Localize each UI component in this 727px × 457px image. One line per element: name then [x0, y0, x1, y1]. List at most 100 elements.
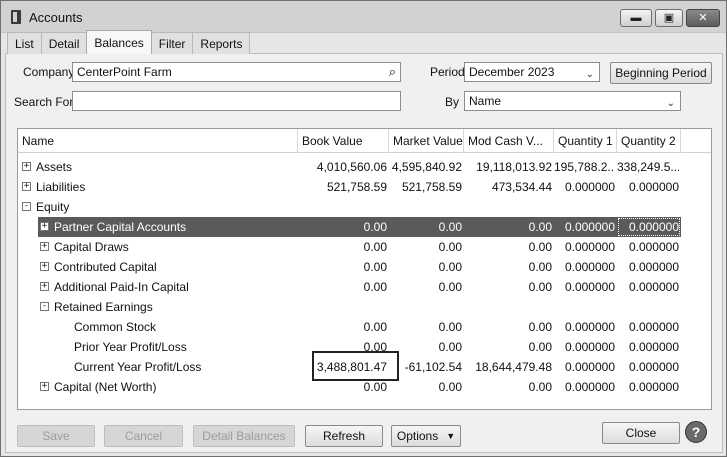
expand-icon[interactable]: + [40, 222, 49, 231]
cell-quantity-2[interactable]: 0.000000 [617, 237, 679, 257]
cell-mod-cash-value[interactable] [464, 297, 552, 317]
cell-mod-cash-value[interactable]: 0.00 [464, 377, 552, 397]
cell-book-value[interactable] [298, 197, 387, 217]
balances-grid[interactable]: Name Book Value Market Value Mod Cash V.… [17, 128, 712, 410]
cell-book-value[interactable]: 0.00 [298, 377, 387, 397]
column-market-value[interactable]: Market Value [389, 129, 464, 153]
cell-book-value[interactable]: 0.00 [298, 317, 387, 337]
cell-quantity-1[interactable]: 0.000000 [554, 357, 615, 377]
column-name[interactable]: Name [18, 129, 298, 153]
by-select[interactable]: Name ⌄ [464, 91, 681, 111]
cell-market-value[interactable]: 0.00 [389, 217, 462, 237]
period-select[interactable]: December 2023 ⌄ [464, 62, 600, 82]
cell-quantity-1[interactable]: 0.000000 [554, 237, 615, 257]
cell-mod-cash-value[interactable]: 0.00 [464, 237, 552, 257]
table-row[interactable]: + Capital Draws 0.00 0.00 0.00 0.000000 0.0000… [18, 237, 711, 257]
maximize-button[interactable]: ▣ [655, 9, 683, 27]
minimize-button[interactable]: ▬ [620, 9, 652, 27]
column-quantity-1[interactable]: Quantity 1 [554, 129, 617, 153]
cell-book-value[interactable]: 4,010,560.06 [298, 157, 387, 177]
cell-market-value[interactable]: 0.00 [389, 377, 462, 397]
cell-mod-cash-value[interactable]: 473,534.44 [464, 177, 552, 197]
column-mod-cash-value[interactable]: Mod Cash V... [464, 129, 554, 153]
cell-market-value[interactable]: 521,758.59 [389, 177, 462, 197]
cell-mod-cash-value[interactable]: 0.00 [464, 337, 552, 357]
search-icon[interactable]: ⌕ [389, 63, 396, 81]
cell-quantity-2[interactable]: 0.000000 [617, 177, 679, 197]
company-field[interactable]: CenterPoint Farm ⌕ [72, 62, 401, 82]
cell-mod-cash-value[interactable]: 0.00 [464, 257, 552, 277]
expand-icon[interactable]: + [22, 162, 31, 171]
column-quantity-2[interactable]: Quantity 2 [617, 129, 681, 153]
tab-balances[interactable]: Balances [86, 30, 152, 54]
cell-quantity-2[interactable]: 338,249.5... [617, 157, 679, 177]
cell-mod-cash-value[interactable] [464, 197, 552, 217]
search-text[interactable] [77, 92, 400, 110]
tab-filter[interactable]: Filter [150, 32, 194, 54]
tab-reports[interactable]: Reports [192, 32, 251, 54]
cell-book-value[interactable]: 521,758.59 [298, 177, 387, 197]
cell-market-value[interactable] [389, 197, 462, 217]
expand-icon[interactable]: + [22, 182, 31, 191]
cell-mod-cash-value[interactable]: 0.00 [464, 277, 552, 297]
cell-quantity-1[interactable] [554, 297, 615, 317]
table-row[interactable]: - Equity [18, 197, 711, 217]
cell-mod-cash-value[interactable]: 19,118,013.92 [464, 157, 552, 177]
table-row[interactable]: + Capital (Net Worth) 0.00 0.00 0.00 0.000000… [18, 377, 711, 397]
collapse-icon[interactable]: - [40, 302, 49, 311]
save-button[interactable]: Save [17, 425, 95, 447]
cell-mod-cash-value[interactable]: 0.00 [464, 217, 552, 237]
table-row[interactable]: + Contributed Capital 0.00 0.00 0.00 0.000000… [18, 257, 711, 277]
cell-quantity-2[interactable]: 0.000000 [617, 277, 679, 297]
detail-balances-button[interactable]: Detail Balances [193, 425, 295, 447]
cancel-button[interactable]: Cancel [104, 425, 183, 447]
collapse-icon[interactable]: - [22, 202, 31, 211]
expand-icon[interactable]: + [40, 242, 49, 251]
expand-icon[interactable]: + [40, 382, 49, 391]
refresh-button[interactable]: Refresh [305, 425, 383, 447]
table-row[interactable]: + Partner Capital Accounts 0.00 0.00 0.00 0.0… [18, 217, 711, 237]
cell-market-value[interactable]: -61,102.54 [389, 357, 462, 377]
cell-quantity-2[interactable]: 0.000000 [617, 317, 679, 337]
cell-quantity-2[interactable]: 0.000000 [617, 257, 679, 277]
cell-quantity-1[interactable]: 0.000000 [554, 177, 615, 197]
cell-book-value[interactable]: 0.00 [298, 217, 387, 237]
table-row[interactable]: + Assets 4,010,560.06 4,595,840.92 19,118,01… [18, 157, 711, 177]
cell-quantity-1[interactable]: 0.000000 [554, 257, 615, 277]
table-row[interactable]: + Additional Paid-In Capital 0.00 0.00 0.00 0… [18, 277, 711, 297]
close-window-button[interactable]: ✕ [686, 9, 720, 27]
cell-quantity-2[interactable]: 0.000000 [617, 357, 679, 377]
beginning-period-button[interactable]: Beginning Period [610, 62, 712, 84]
table-row[interactable]: + Liabilities 521,758.59 521,758.59 473,534.… [18, 177, 711, 197]
cell-mod-cash-value[interactable]: 0.00 [464, 317, 552, 337]
cell-quantity-1[interactable]: 0.000000 [554, 317, 615, 337]
cell-quantity-1[interactable] [554, 197, 615, 217]
cell-quantity-2[interactable]: 0.000000 [617, 377, 679, 397]
cell-quantity-2[interactable] [617, 197, 679, 217]
cell-quantity-1[interactable]: 195,788.2... [554, 157, 615, 177]
tab-detail[interactable]: Detail [40, 32, 88, 54]
table-row[interactable]: Common Stock 0.00 0.00 0.00 0.000000 0.000000 [18, 317, 711, 337]
cell-market-value[interactable]: 4,595,840.92 [389, 157, 462, 177]
expand-icon[interactable]: + [40, 282, 49, 291]
cell-quantity-2[interactable]: 0.000000 [617, 337, 679, 357]
cell-market-value[interactable]: 0.00 [389, 337, 462, 357]
cell-market-value[interactable]: 0.00 [389, 317, 462, 337]
search-input[interactable] [72, 91, 401, 111]
cell-quantity-1[interactable]: 0.000000 [554, 337, 615, 357]
tab-list[interactable]: List [7, 32, 42, 54]
column-book-value[interactable]: Book Value [298, 129, 389, 153]
cell-quantity-1[interactable]: 0.000000 [554, 377, 615, 397]
table-row[interactable]: - Retained Earnings [18, 297, 711, 317]
cell-market-value[interactable]: 0.00 [389, 257, 462, 277]
cell-book-value[interactable]: 0.00 [298, 257, 387, 277]
cell-market-value[interactable]: 0.00 [389, 277, 462, 297]
cell-book-value[interactable] [298, 297, 387, 317]
options-button[interactable]: Options ▼ [391, 425, 461, 447]
cell-quantity-1[interactable]: 0.000000 [554, 217, 615, 237]
cell-book-value[interactable]: 0.00 [298, 237, 387, 257]
cell-mod-cash-value[interactable]: 18,644,479.48 [464, 357, 552, 377]
cell-market-value[interactable] [389, 297, 462, 317]
help-icon[interactable]: ? [685, 421, 707, 443]
cell-quantity-1[interactable]: 0.000000 [554, 277, 615, 297]
